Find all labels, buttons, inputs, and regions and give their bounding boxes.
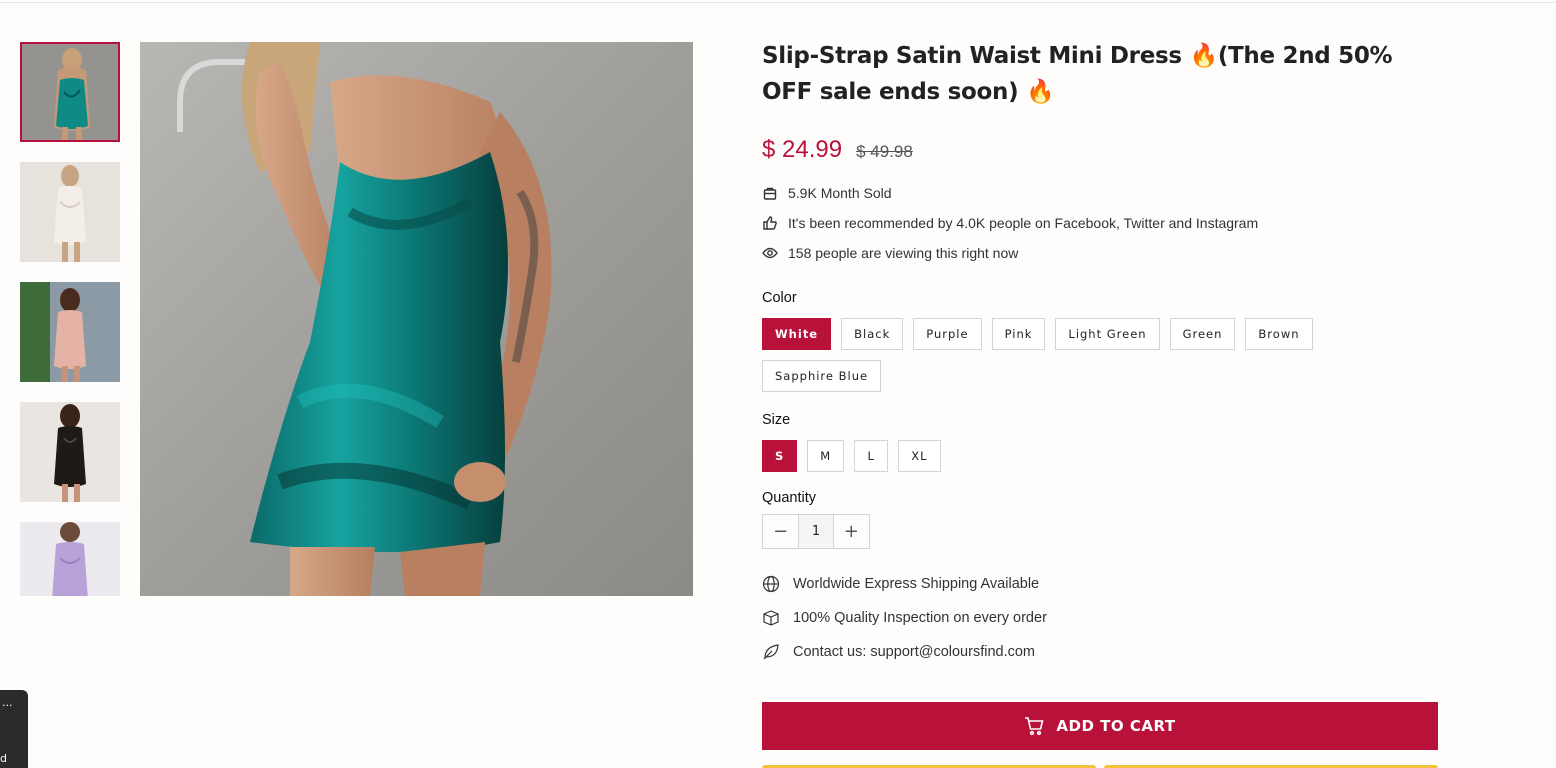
size-option-l[interactable]: L xyxy=(854,440,889,472)
main-product-image xyxy=(140,42,693,596)
feature-text: 100% Quality Inspection on every order xyxy=(793,610,1047,626)
color-option-light-green[interactable]: Light Green xyxy=(1055,318,1160,350)
color-option-black[interactable]: Black xyxy=(841,318,904,350)
feature-quality: 100% Quality Inspection on every order xyxy=(762,601,1438,635)
color-option-green[interactable]: Green xyxy=(1169,318,1236,350)
cart-icon xyxy=(1025,717,1044,736)
size-options: S M L XL xyxy=(762,440,1438,472)
feature-list: Worldwide Express Shipping Available 100… xyxy=(762,567,1438,669)
color-option-brown[interactable]: Brown xyxy=(1245,318,1313,350)
widget-text: d xyxy=(0,752,7,765)
original-price: $ 49.98 xyxy=(856,142,913,161)
feature-contact: Contact us: support@coloursfind.com xyxy=(762,635,1438,669)
size-option-s[interactable]: S xyxy=(762,440,798,472)
color-option-white[interactable]: White xyxy=(762,318,832,350)
stat-text: It's been recommended by 4.0K people on … xyxy=(788,215,1259,231)
quantity-value[interactable]: 1 xyxy=(798,515,834,548)
quantity-decrease-button[interactable]: − xyxy=(763,515,798,548)
box-icon xyxy=(763,610,779,626)
product-info-panel: Slip-Strap Satin Waist Mini Dress 🔥(The … xyxy=(762,38,1438,669)
color-option-sapphire-blue[interactable]: Sapphire Blue xyxy=(762,360,882,392)
color-option-purple[interactable]: Purple xyxy=(913,318,982,350)
size-option-xl[interactable]: XL xyxy=(898,440,941,472)
quantity-label: Quantity xyxy=(762,490,816,506)
color-label: Color xyxy=(762,290,797,306)
add-to-cart-button[interactable]: ADD TO CART xyxy=(762,702,1438,750)
feature-shipping: Worldwide Express Shipping Available xyxy=(762,567,1438,601)
eye-icon xyxy=(762,247,778,259)
stat-text: 158 people are viewing this right now xyxy=(788,245,1019,261)
stat-recommended: It's been recommended by 4.0K people on … xyxy=(762,208,1438,238)
thumbnail-black-dress[interactable] xyxy=(20,402,120,502)
floating-side-widget[interactable]: ... d xyxy=(0,690,28,768)
quantity-increase-button[interactable]: + xyxy=(834,515,869,548)
stat-text: 5.9K Month Sold xyxy=(788,185,892,201)
product-title: Slip-Strap Satin Waist Mini Dress 🔥(The … xyxy=(762,43,1393,105)
thumbnail-pink-dress[interactable] xyxy=(20,282,120,382)
color-option-pink[interactable]: Pink xyxy=(991,318,1046,350)
add-to-cart-label: ADD TO CART xyxy=(1056,717,1176,735)
size-label: Size xyxy=(762,412,791,428)
leaf-icon xyxy=(763,644,779,660)
thumbnail-gallery xyxy=(20,42,120,596)
feature-text: Worldwide Express Shipping Available xyxy=(793,576,1040,592)
thumbnail-white-dress[interactable] xyxy=(20,162,120,262)
stat-month-sold: 5.9K Month Sold xyxy=(762,178,1438,208)
widget-ellipsis: ... xyxy=(2,696,13,709)
social-proof-list: 5.9K Month Sold It's been recommended by… xyxy=(762,178,1438,268)
top-divider xyxy=(0,2,1556,3)
color-options: White Black Purple Pink Light Green Gree… xyxy=(762,318,1322,392)
thumbnail-teal-dress[interactable] xyxy=(20,42,120,142)
globe-icon xyxy=(762,575,780,593)
feature-text: Contact us: support@coloursfind.com xyxy=(793,644,1035,660)
sale-price: $ 24.99 xyxy=(762,136,843,163)
price-row: $ 24.99 $ 49.98 xyxy=(762,136,1438,164)
stat-viewing: 158 people are viewing this right now xyxy=(762,238,1438,268)
thumbnail-purple-dress[interactable] xyxy=(20,522,120,596)
shopping-bag-icon xyxy=(763,187,777,200)
size-option-m[interactable]: M xyxy=(807,440,845,472)
thumbs-up-icon xyxy=(763,216,777,230)
quantity-stepper: − 1 + xyxy=(762,514,870,549)
